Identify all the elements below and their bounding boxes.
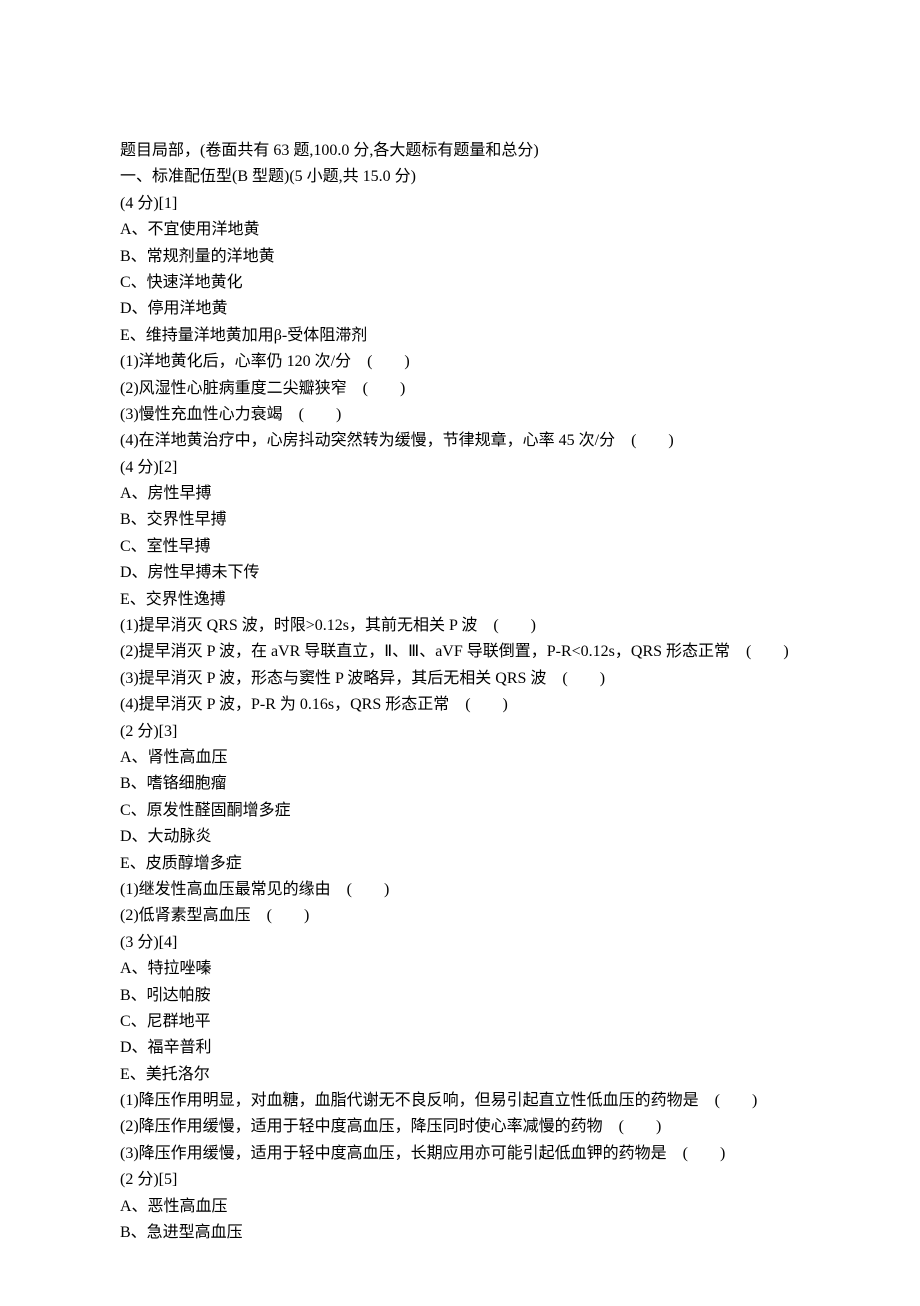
text-line: C、快速洋地黄化 [120, 270, 800, 296]
text-line: B、吲达帕胺 [120, 983, 800, 1009]
text-line: (2 分)[5] [120, 1167, 800, 1193]
text-line: A、特拉唑嗪 [120, 956, 800, 982]
text-line: B、常规剂量的洋地黄 [120, 244, 800, 270]
text-line: E、交界性逸搏 [120, 587, 800, 613]
text-line: (2 分)[3] [120, 719, 800, 745]
text-line: E、维持量洋地黄加用β-受体阻滞剂 [120, 323, 800, 349]
text-line: B、急进型高血压 [120, 1220, 800, 1246]
text-line: (2)风湿性心脏病重度二尖瓣狭窄 ( ) [120, 376, 800, 402]
text-line: B、交界性早搏 [120, 507, 800, 533]
text-line: C、原发性醛固酮增多症 [120, 798, 800, 824]
text-line: (4)提早消灭 P 波，P-R 为 0.16s，QRS 形态正常 ( ) [120, 692, 800, 718]
text-line: (3)提早消灭 P 波，形态与窦性 P 波略异，其后无相关 QRS 波 ( ) [120, 666, 800, 692]
text-line: A、不宜使用洋地黄 [120, 217, 800, 243]
text-line: (2)低肾素型高血压 ( ) [120, 903, 800, 929]
text-line: D、停用洋地黄 [120, 296, 800, 322]
text-line: C、室性早搏 [120, 534, 800, 560]
text-line: (2)提早消灭 P 波，在 aVR 导联直立，Ⅱ、Ⅲ、aVF 导联倒置，P-R<… [120, 639, 800, 665]
text-line: A、肾性高血压 [120, 745, 800, 771]
text-line: (4 分)[1] [120, 191, 800, 217]
text-line: E、皮质醇增多症 [120, 851, 800, 877]
text-line: E、美托洛尔 [120, 1062, 800, 1088]
text-line: (3)降压作用缓慢，适用于轻中度高血压，长期应用亦可能引起低血钾的药物是 ( ) [120, 1141, 800, 1167]
text-line: B、嗜铬细胞瘤 [120, 771, 800, 797]
text-line: D、福辛普利 [120, 1035, 800, 1061]
text-line: (2)降压作用缓慢，适用于轻中度高血压，降压同时使心率减慢的药物 ( ) [120, 1114, 800, 1140]
text-line: (1)提早消灭 QRS 波，时限>0.12s，其前无相关 P 波 ( ) [120, 613, 800, 639]
text-line: D、大动脉炎 [120, 824, 800, 850]
text-line: (1)继发性高血压最常见的缘由 ( ) [120, 877, 800, 903]
text-line: A、房性早搏 [120, 481, 800, 507]
text-line: (3 分)[4] [120, 930, 800, 956]
text-line: (1)降压作用明显，对血糖，血脂代谢无不良反响，但易引起直立性低血压的药物是 (… [120, 1088, 800, 1114]
text-line: A、恶性高血压 [120, 1194, 800, 1220]
text-line: (4)在洋地黄治疗中，心房抖动突然转为缓慢，节律规章，心率 45 次/分 ( ) [120, 428, 800, 454]
text-line: (3)慢性充血性心力衰竭 ( ) [120, 402, 800, 428]
text-line: 题目局部，(卷面共有 63 题,100.0 分,各大题标有题量和总分) [120, 138, 800, 164]
text-line: (1)洋地黄化后，心率仍 120 次/分 ( ) [120, 349, 800, 375]
text-line: C、尼群地平 [120, 1009, 800, 1035]
text-line: 一、标准配伍型(B 型题)(5 小题,共 15.0 分) [120, 164, 800, 190]
document-page: 题目局部，(卷面共有 63 题,100.0 分,各大题标有题量和总分) 一、标准… [0, 0, 920, 1306]
text-line: (4 分)[2] [120, 455, 800, 481]
text-line: D、房性早搏未下传 [120, 560, 800, 586]
